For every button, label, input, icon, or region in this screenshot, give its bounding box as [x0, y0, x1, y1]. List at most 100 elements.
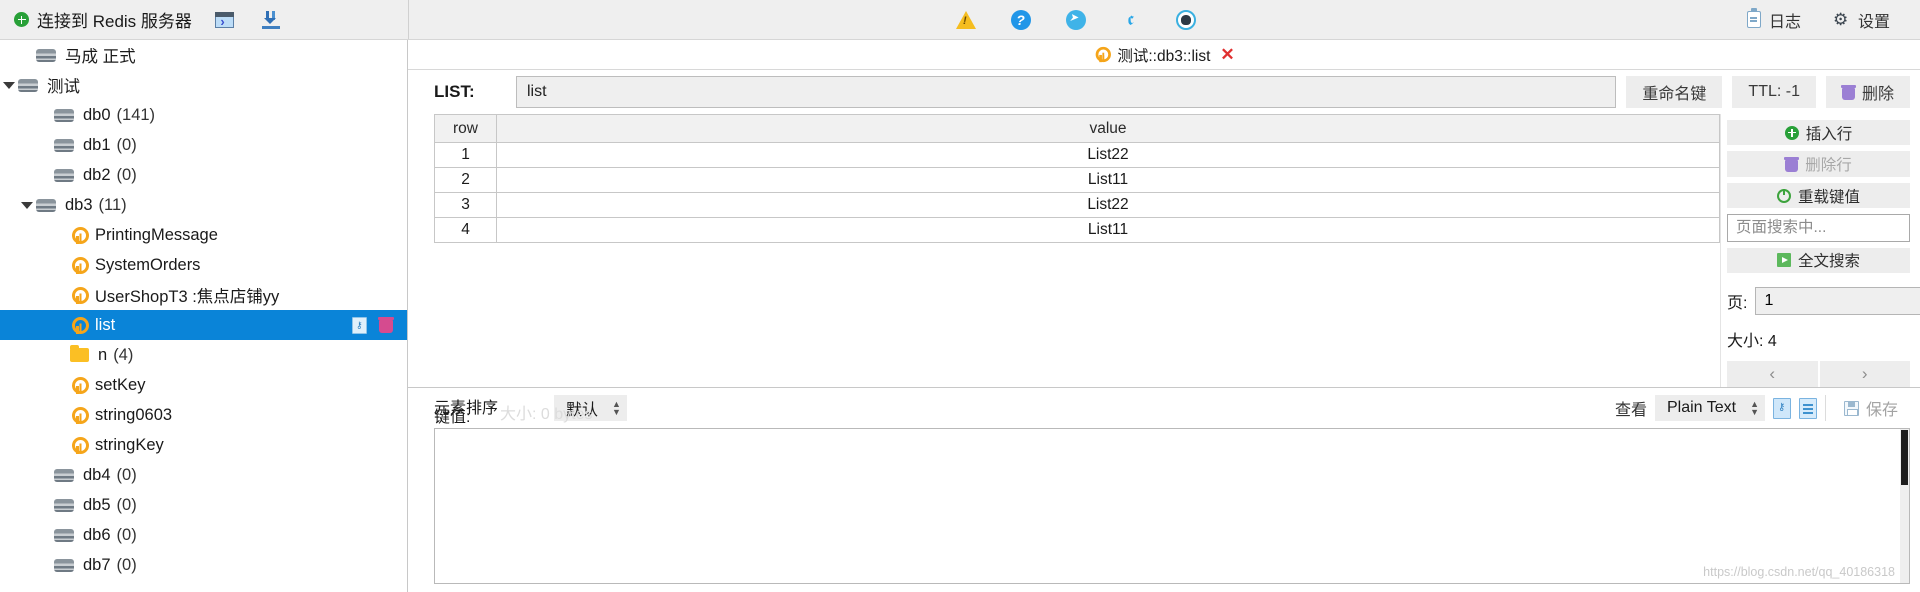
table-body: 1 List22 2 List11 3 List22 4 List11: [434, 142, 1720, 243]
tree-item-systemorders[interactable]: SystemOrders: [0, 250, 407, 280]
view-format-select[interactable]: Plain Text ▲ ▼: [1654, 395, 1765, 421]
logs-label: 日志: [1768, 13, 1801, 31]
top-toolbar: 连接到 Redis 服务器 ? 𝖈 日志: [0, 0, 1920, 40]
save-button[interactable]: 保存: [1834, 396, 1908, 420]
toolbar-right-group: 日志 ⚙ 设置: [1733, 0, 1920, 39]
editor-scrollbar-thumb[interactable]: [1901, 430, 1908, 485]
format-value-icon[interactable]: [1798, 397, 1817, 419]
tree-item-db3[interactable]: db3 (11): [0, 190, 407, 220]
tree-item-db0[interactable]: db0 (141): [0, 100, 407, 130]
cell-row-index[interactable]: 2: [434, 167, 497, 193]
chevron-updown-icon: ▲ ▼: [1750, 398, 1759, 417]
key-name-input[interactable]: [516, 76, 1617, 108]
tree-item-printingmessage[interactable]: PrintingMessage: [0, 220, 407, 250]
connect-to-redis-server-button[interactable]: 连接到 Redis 服务器: [0, 0, 202, 39]
logs-button[interactable]: 日志: [1733, 0, 1815, 39]
delete-key-icon[interactable]: [378, 317, 394, 333]
cell-row-index[interactable]: 4: [434, 217, 497, 243]
cell-value[interactable]: List22: [496, 192, 1720, 218]
value-textarea[interactable]: https://blog.csdn.net/qq_40186318: [434, 428, 1910, 584]
import-connections-button[interactable]: [248, 0, 294, 39]
close-icon[interactable]: ✕: [1220, 46, 1234, 63]
edit-key-icon[interactable]: [352, 316, 367, 334]
tab-strip: 测试::db3::list ✕: [408, 40, 1920, 70]
cell-value[interactable]: List11: [496, 167, 1720, 193]
tree-item-db7[interactable]: db7 (0): [0, 550, 407, 580]
tree-item-label: db1: [83, 135, 111, 154]
ttl-button[interactable]: TTL: -1: [1732, 76, 1816, 108]
database-icon: [36, 198, 56, 212]
trash-icon: [1840, 84, 1856, 100]
database-icon: [54, 108, 74, 122]
tab-key-list[interactable]: 测试::db3::list ✕: [1087, 44, 1240, 66]
import-icon: [261, 10, 281, 29]
table-row[interactable]: 2 List11: [434, 167, 1720, 193]
help-icon[interactable]: ?: [1010, 9, 1031, 30]
tree-item-label: 测试: [47, 78, 80, 96]
delete-key-button[interactable]: 删除: [1825, 76, 1910, 108]
editor-scrollbar[interactable]: [1900, 429, 1909, 583]
tree-item-label: stringKey: [95, 435, 164, 454]
cell-value[interactable]: List11: [496, 217, 1720, 243]
next-page-button[interactable]: ›: [1819, 360, 1910, 387]
key-type-label: LIST:: [434, 82, 475, 101]
tree-item-label: db3: [65, 195, 93, 214]
tree-item-count: (0): [116, 525, 137, 544]
table-row[interactable]: 3 List22: [434, 192, 1720, 218]
tree-item-label: SystemOrders: [95, 255, 201, 274]
tree-item-label: db4: [83, 465, 111, 484]
chevron-down-icon[interactable]: [18, 202, 36, 209]
table-header-row: row value: [434, 114, 1720, 143]
connections-tree[interactable]: 马成 正式 测试 db0 (141) db1 (0) db2 (0) db3 (11) Printi…: [0, 40, 408, 592]
tree-item-count: (141): [116, 105, 156, 124]
tree-item-count: (0): [116, 495, 137, 514]
github-icon[interactable]: [1175, 9, 1196, 30]
tree-item-stringkey[interactable]: stringKey: [0, 430, 407, 460]
tree-item-db5[interactable]: db5 (0): [0, 490, 407, 520]
warning-icon[interactable]: [955, 9, 976, 30]
tree-item-string0603[interactable]: string0603: [0, 400, 407, 430]
tree-item-db6[interactable]: db6 (0): [0, 520, 407, 550]
telegram-icon[interactable]: [1065, 9, 1086, 30]
tree-item-n[interactable]: n (4): [0, 340, 407, 370]
page-search-input[interactable]: [1727, 214, 1910, 242]
database-icon: [54, 468, 74, 482]
insert-row-button[interactable]: 插入行: [1727, 120, 1910, 146]
tree-item-label: 马成 正式: [65, 48, 136, 66]
plus-icon: [14, 12, 29, 27]
tree-item-list[interactable]: list: [0, 310, 407, 340]
plus-icon: [1784, 125, 1799, 140]
tree-item-usershopt3-yy[interactable]: UserShopT3 :焦点店铺yy: [0, 280, 407, 310]
settings-button[interactable]: ⚙ 设置: [1819, 0, 1904, 39]
cell-row-index[interactable]: 3: [434, 192, 497, 218]
play-icon: [1776, 253, 1791, 268]
tab-label: 测试::db3::list: [1117, 47, 1211, 65]
tree-item-db4[interactable]: db4 (0): [0, 460, 407, 490]
cell-value[interactable]: List22: [496, 142, 1720, 168]
rename-key-button[interactable]: 重命名键: [1626, 76, 1723, 108]
tree-item-db1[interactable]: db1 (0): [0, 130, 407, 160]
column-header-row[interactable]: row: [434, 114, 497, 143]
save-label: 保存: [1865, 402, 1898, 419]
console-button[interactable]: [202, 0, 248, 39]
tree-item-db2[interactable]: db2 (0): [0, 160, 407, 190]
column-header-value[interactable]: value: [496, 114, 1720, 143]
tree-item--[interactable]: 测试: [0, 70, 407, 100]
key-icon: [1094, 46, 1112, 63]
prev-page-button[interactable]: ‹: [1727, 360, 1818, 387]
chevron-down-icon[interactable]: [0, 82, 18, 89]
table-row[interactable]: 1 List22: [434, 142, 1720, 168]
reload-value-button[interactable]: 重载键值: [1727, 182, 1910, 209]
fulltext-search-button[interactable]: 全文搜索: [1727, 247, 1910, 273]
tree-item-setkey[interactable]: setKey: [0, 370, 407, 400]
value-table[interactable]: row value 1 List22 2 List11 3 List22 4 List11: [434, 114, 1720, 243]
twitter-icon[interactable]: 𝖈: [1120, 9, 1141, 30]
edit-value-icon[interactable]: [1772, 397, 1791, 419]
table-row[interactable]: 4 List11: [434, 217, 1720, 243]
value-label: 键值:: [434, 409, 471, 426]
page-input[interactable]: [1755, 286, 1920, 315]
delete-row-button[interactable]: 删除行: [1727, 151, 1910, 177]
cell-row-index[interactable]: 1: [434, 142, 497, 168]
tree-item-count: (0): [116, 165, 137, 184]
tree-item--[interactable]: 马成 正式: [0, 40, 407, 70]
